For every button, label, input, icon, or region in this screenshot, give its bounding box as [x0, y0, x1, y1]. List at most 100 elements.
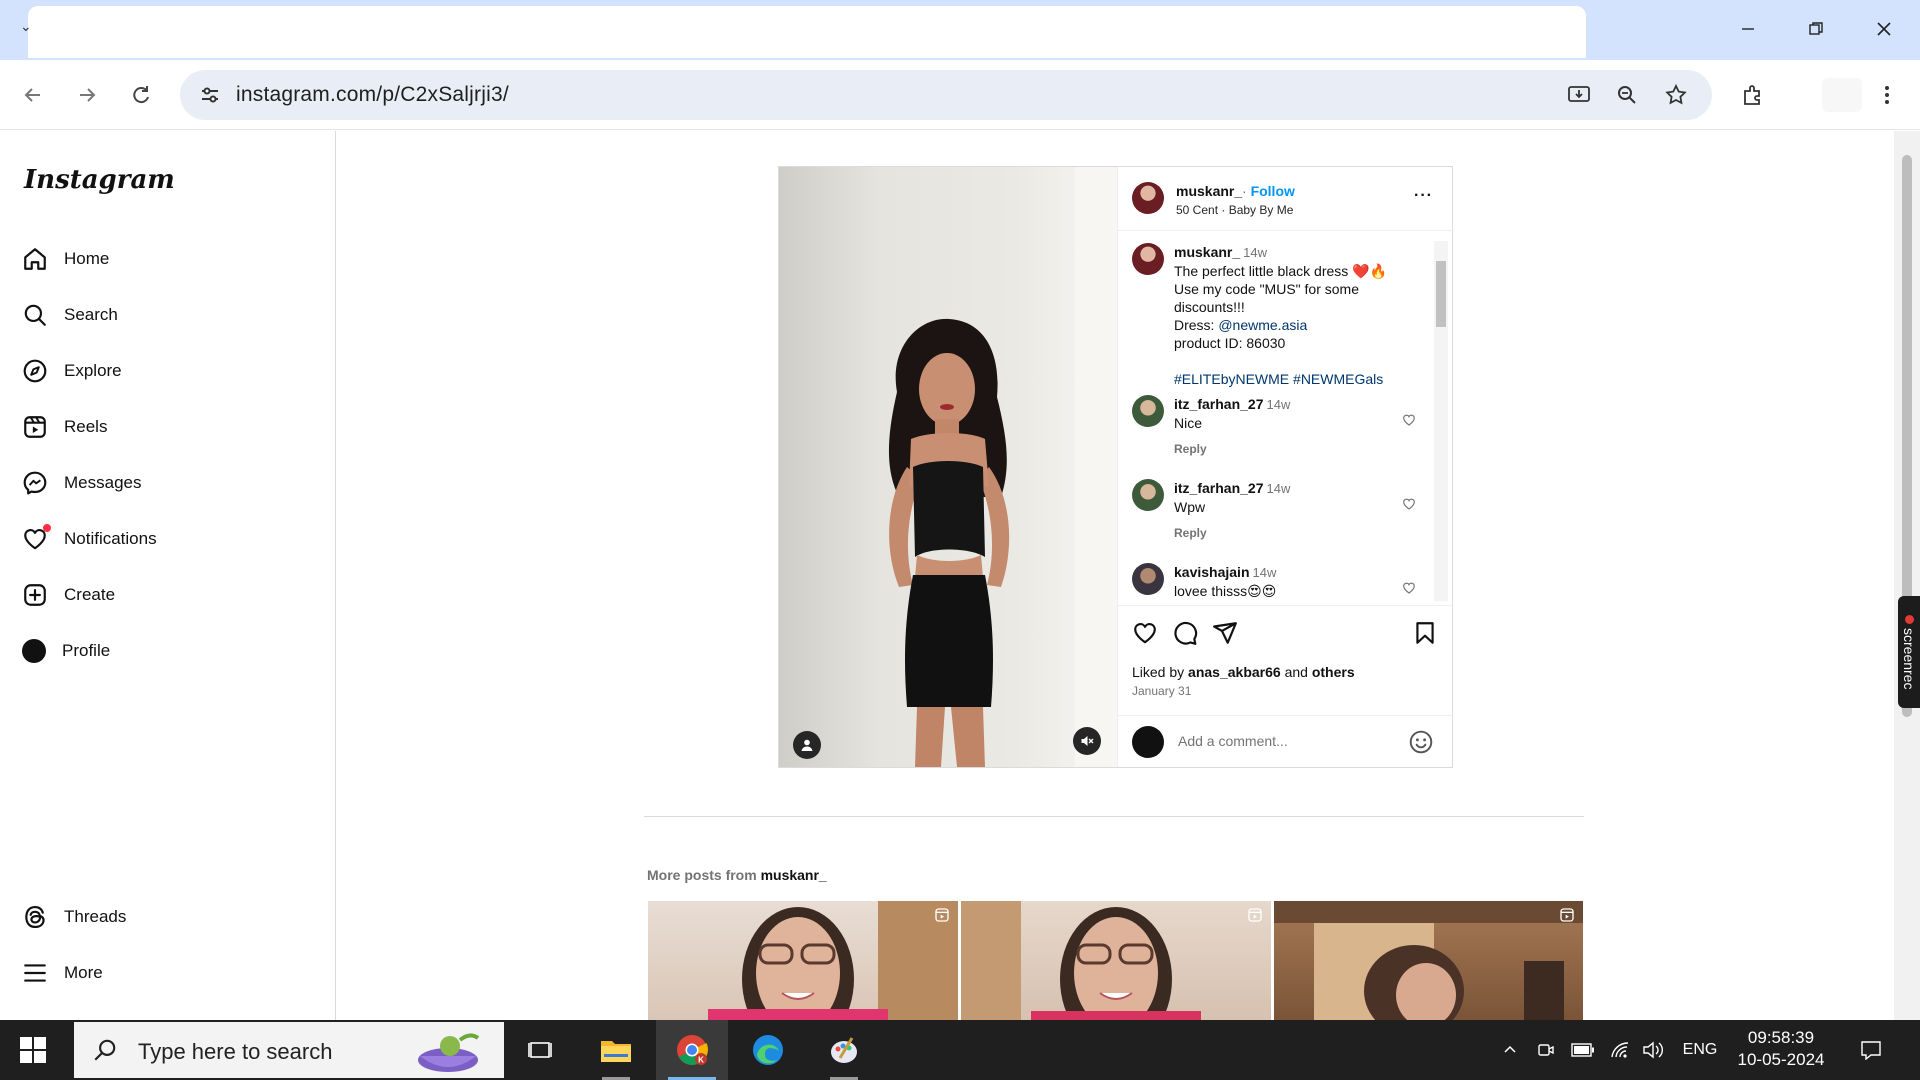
extensions-icon[interactable] — [1736, 78, 1770, 112]
liked-by-others[interactable]: others — [1312, 664, 1355, 680]
commenter-avatar[interactable] — [1132, 479, 1164, 511]
caption-body: muskanr_ 14w The perfect little black dre… — [1174, 243, 1424, 388]
post-video[interactable] — [779, 167, 1117, 767]
caption-hashtags[interactable]: #ELITEbyNEWME #NEWMEGals — [1174, 370, 1424, 388]
search-highlight-icon — [418, 1033, 480, 1072]
follow-label: Follow — [1250, 183, 1295, 199]
liked-by-user[interactable]: anas_akbar66 — [1188, 664, 1281, 680]
edge-icon[interactable] — [732, 1020, 804, 1080]
post-date[interactable]: January 31 — [1132, 684, 1191, 698]
comment-text: Wpw — [1174, 499, 1206, 515]
audio-track[interactable]: 50 Cent · Baby By Me — [1176, 203, 1293, 217]
file-explorer-icon[interactable] — [580, 1020, 652, 1080]
active-tab[interactable] — [28, 6, 1586, 58]
mute-icon[interactable] — [1073, 727, 1101, 755]
back-icon[interactable] — [16, 78, 50, 112]
comment-username[interactable]: itz_farhan_27 — [1174, 480, 1263, 496]
section-divider — [644, 816, 1584, 817]
save-icon[interactable] — [1412, 620, 1438, 646]
comment-like-icon[interactable] — [1402, 581, 1416, 595]
bookmark-star-icon[interactable] — [1663, 82, 1689, 108]
more-post-thumbnail[interactable] — [648, 901, 958, 1020]
task-view-icon[interactable] — [504, 1020, 576, 1080]
comment-text: lovee thisss😍😍 — [1174, 583, 1277, 599]
comment-like-icon[interactable] — [1402, 497, 1416, 511]
author-username[interactable]: muskanr_ — [1176, 183, 1242, 199]
paint-icon[interactable] — [808, 1020, 880, 1080]
reload-icon[interactable] — [124, 78, 158, 112]
action-center-icon[interactable] — [1858, 1038, 1884, 1062]
threads-icon — [25, 905, 45, 929]
forward-icon[interactable] — [70, 78, 104, 112]
search-icon — [24, 304, 46, 326]
tab-search-chevron-icon[interactable]: ⌄ — [20, 18, 32, 35]
nav-search[interactable]: Search — [22, 295, 118, 335]
nav-home[interactable]: Home — [22, 239, 109, 279]
nav-notifications[interactable]: Notifications — [22, 519, 157, 559]
site-settings-icon[interactable] — [198, 83, 222, 112]
like-icon[interactable] — [1132, 620, 1158, 646]
thumbnail-image — [961, 901, 1201, 1020]
language-indicator[interactable]: ENG — [1682, 1038, 1718, 1062]
comment-username[interactable]: kavishajain — [1174, 564, 1250, 580]
instagram-sidebar: Instagram Home Search Explore Reels Mess… — [0, 131, 336, 1020]
url-text[interactable]: instagram.com/p/C2xSaljrji3/ — [236, 83, 509, 107]
caption-avatar[interactable] — [1132, 243, 1164, 275]
emoji-icon[interactable] — [1408, 729, 1434, 755]
reply-button[interactable]: Reply — [1174, 524, 1424, 542]
meet-now-icon[interactable] — [1534, 1038, 1558, 1062]
nav-more[interactable]: More — [22, 953, 103, 993]
comment-username[interactable]: itz_farhan_27 — [1174, 396, 1263, 412]
comment-input[interactable]: Add a comment... — [1178, 733, 1288, 749]
commenter-avatar[interactable] — [1132, 395, 1164, 427]
profile-button[interactable] — [1822, 78, 1862, 112]
tray-chevron-up-icon[interactable] — [1498, 1038, 1522, 1062]
follow-button[interactable]: · Follow — [1242, 183, 1295, 199]
more-options-icon[interactable]: ··· — [1414, 187, 1433, 205]
mention-link[interactable]: @newme.asia — [1218, 317, 1307, 333]
caption-username[interactable]: muskanr_ — [1174, 244, 1240, 260]
comments-scrollbar-thumb[interactable] — [1436, 261, 1446, 327]
nav-messages-label: Messages — [64, 473, 142, 492]
nav-threads[interactable]: Threads — [22, 897, 126, 937]
minimize-icon[interactable] — [1728, 14, 1768, 44]
nav-notifications-label: Notifications — [64, 529, 157, 548]
nav-profile[interactable]: Profile — [22, 631, 110, 671]
comment-like-icon[interactable] — [1402, 413, 1416, 427]
screenrec-widget[interactable]: screenrec — [1898, 596, 1920, 708]
instagram-logo[interactable]: Instagram — [24, 165, 175, 195]
volume-icon[interactable] — [1640, 1038, 1666, 1062]
screenrec-label: screenrec — [1901, 627, 1917, 690]
taskbar-clock[interactable]: 09:58:39 10-05-2024 — [1726, 1027, 1836, 1071]
chrome-icon[interactable]: K — [656, 1020, 728, 1080]
page-scrollbar[interactable] — [1894, 131, 1920, 1020]
reply-button[interactable]: Reply — [1174, 440, 1424, 458]
zoom-icon[interactable] — [1614, 82, 1640, 108]
taskbar-search-input[interactable]: Type here to search — [138, 1039, 332, 1065]
browser-menu-icon[interactable] — [1870, 78, 1904, 112]
more-post-thumbnail[interactable] — [961, 901, 1271, 1020]
plus-square-icon — [24, 584, 46, 606]
caption-line-3: Dress: @newme.asia — [1174, 316, 1424, 334]
windows-start-icon[interactable] — [20, 1037, 46, 1063]
address-bar[interactable]: instagram.com/p/C2xSaljrji3/ — [180, 70, 1712, 120]
wifi-icon[interactable] — [1608, 1038, 1632, 1062]
restore-icon[interactable] — [1796, 14, 1836, 44]
comments-scrollbar[interactable] — [1434, 241, 1448, 601]
nav-messages[interactable]: Messages — [22, 463, 141, 503]
commenter-avatar[interactable] — [1132, 563, 1164, 595]
battery-icon[interactable] — [1570, 1038, 1596, 1062]
more-post-thumbnail[interactable] — [1274, 901, 1583, 1020]
close-icon[interactable] — [1864, 14, 1904, 44]
install-app-icon[interactable] — [1566, 82, 1592, 108]
nav-explore[interactable]: Explore — [22, 351, 122, 391]
more-posts-user[interactable]: muskanr_ — [761, 867, 827, 883]
comment-icon[interactable] — [1172, 620, 1198, 646]
nav-reels[interactable]: Reels — [22, 407, 107, 447]
taskbar-search[interactable]: Type here to search — [74, 1022, 504, 1078]
comment-body: itz_farhan_27 14w Nice Reply — [1174, 395, 1424, 458]
share-icon[interactable] — [1212, 620, 1238, 646]
nav-create[interactable]: Create — [22, 575, 115, 615]
author-avatar[interactable] — [1132, 182, 1164, 214]
tagged-users-icon[interactable] — [793, 731, 821, 759]
